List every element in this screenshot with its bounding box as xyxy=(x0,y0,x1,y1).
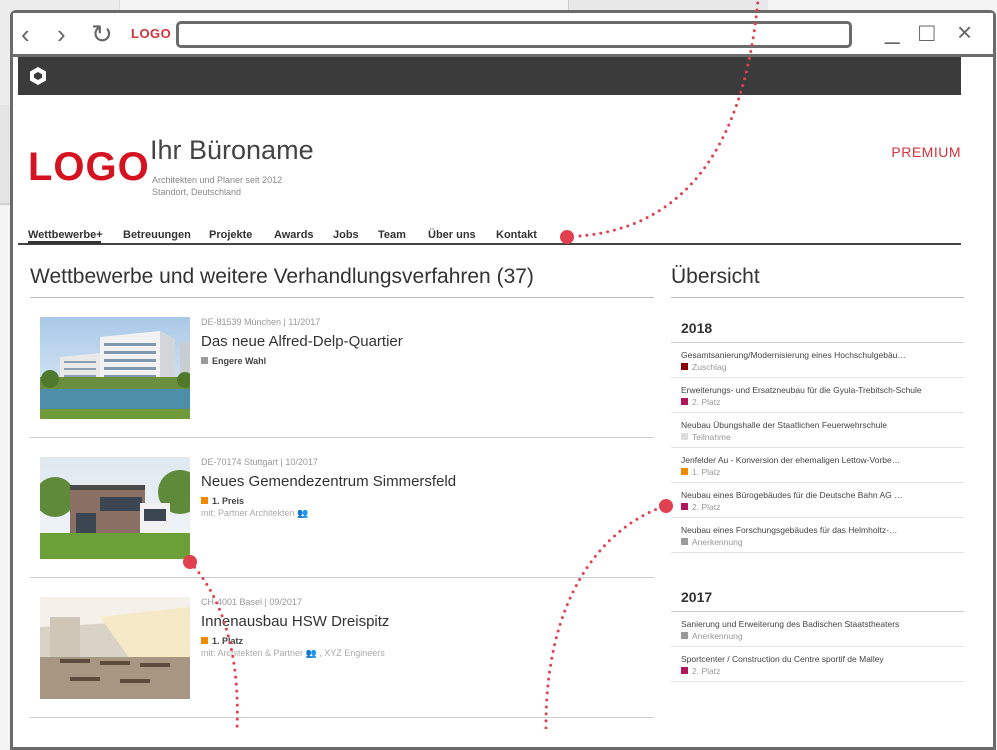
award-label: Engere Wahl xyxy=(212,356,267,366)
site-logo[interactable]: LOGO xyxy=(28,145,150,190)
result-label: 2. Platz xyxy=(692,502,721,512)
result-color-icon xyxy=(681,538,688,545)
result-color-icon xyxy=(681,433,688,440)
overview-item-title: Neubau Übungshalle der Staatlichen Feuer… xyxy=(681,420,888,430)
award-badge: Engere Wahl xyxy=(201,356,266,366)
competitions-list: Wettbewerbe und weitere Verhandlungsverf… xyxy=(30,265,654,718)
year-heading: 2018 xyxy=(671,298,964,343)
overview-item[interactable]: Neubau eines Forschungsgebäudes für das … xyxy=(671,518,964,553)
project-image[interactable] xyxy=(40,457,190,559)
list-item[interactable]: DE-81539 München | 11/2017 Das neue Alfr… xyxy=(30,298,654,438)
maximize-icon[interactable]: □ xyxy=(919,19,935,45)
award-color-icon xyxy=(201,357,208,364)
result-label: 2. Platz xyxy=(692,666,721,676)
overview-item-result: 2. Platz xyxy=(681,502,954,512)
premium-badge: PREMIUM xyxy=(891,144,961,160)
result-color-icon xyxy=(681,632,688,639)
overview-item[interactable]: Erweiterungs- und Ersatzneubau für die G… xyxy=(671,378,964,413)
overview-item[interactable]: Sportcenter / Construction du Centre spo… xyxy=(671,647,964,682)
result-label: 2. Platz xyxy=(692,397,721,407)
award-badge: 1. Preis xyxy=(201,496,244,506)
entry-location: DE-70174 Stuttgart | 10/2017 xyxy=(201,457,318,467)
website: LOGO Ihr Büroname Architekten und Planer… xyxy=(18,57,961,245)
list-item[interactable]: CH-4001 Basel | 09/2017 Innenausbau HSW … xyxy=(30,578,654,718)
overview-item-result: Teilnahme xyxy=(681,432,954,442)
award-badge: 1. Platz xyxy=(201,636,243,646)
overview-list: 2018 Gesamtsanierung/Modernisierung eines… xyxy=(671,298,964,682)
office-name: Ihr Büroname xyxy=(150,135,314,165)
overview-item[interactable]: Gesamtsanierung/Modernisierung eines Hoc… xyxy=(671,343,964,378)
overview-item-title: Sportcenter / Construction du Centre spo… xyxy=(681,654,884,664)
result-label: 1. Platz xyxy=(692,467,721,477)
brand-mark-icon[interactable] xyxy=(28,66,48,86)
entry-location: CH-4001 Basel | 09/2017 xyxy=(201,597,302,607)
address-bar[interactable] xyxy=(176,21,852,48)
year-heading: 2017 xyxy=(671,553,964,612)
result-color-icon xyxy=(681,363,688,370)
project-image[interactable] xyxy=(40,317,190,419)
overview-item-title: Gesamtsanierung/Modernisierung eines Hoc… xyxy=(681,350,906,360)
award-color-icon xyxy=(201,497,208,504)
nav-projekte[interactable]: Projekte xyxy=(209,229,252,241)
result-label: Teilnahme xyxy=(692,432,731,442)
project-image[interactable] xyxy=(40,597,190,699)
browser-logo: LOGO xyxy=(131,26,172,41)
active-tab-indicator xyxy=(28,241,101,244)
result-color-icon xyxy=(681,468,688,475)
nav-wettbewerbe[interactable]: Wettbewerbe+ xyxy=(28,229,103,241)
nav-betreuungen[interactable]: Betreuungen xyxy=(123,229,191,241)
list-item[interactable]: DE-70174 Stuttgart | 10/2017 Neues Gemen… xyxy=(30,438,654,578)
nav-team[interactable]: Team xyxy=(378,229,406,241)
result-label: Anerkennung xyxy=(692,537,743,547)
main-menu: Wettbewerbe+ Betreuungen Projekte Awards… xyxy=(18,215,961,245)
overview-item-title: Neubau eines Bürogebäudes für die Deutsc… xyxy=(681,490,903,500)
minimize-icon[interactable]: _ xyxy=(885,17,899,43)
partner-line[interactable]: mit: Architekten & Partner 👥 , XYZ Engin… xyxy=(201,648,385,659)
close-icon[interactable]: × xyxy=(957,19,972,45)
overview-item-result: 1. Platz xyxy=(681,467,954,477)
overview-item-title: Jenfelder Au - Konversion der ehemaligen… xyxy=(681,455,901,465)
result-label: Anerkennung xyxy=(692,631,743,641)
overview-item-title: Erweiterungs- und Ersatzneubau für die G… xyxy=(681,385,922,395)
entry-title[interactable]: Innenausbau HSW Dreispitz xyxy=(201,613,389,630)
result-label: Zuschlag xyxy=(692,362,727,372)
overview-item-result: 2. Platz xyxy=(681,666,954,676)
award-label: 1. Preis xyxy=(212,496,245,506)
browser-toolbar: ‹ › ↻ LOGO _ □ × xyxy=(13,13,993,57)
award-color-icon xyxy=(201,637,208,644)
overview-item[interactable]: Sanierung und Erweiterung des Badischen … xyxy=(671,612,964,647)
entry-location: DE-81539 München | 11/2017 xyxy=(201,317,321,327)
nav-ueber-uns[interactable]: Über uns xyxy=(428,229,476,241)
sidebar-title: Übersicht xyxy=(671,265,964,298)
entry-title[interactable]: Das neue Alfred-Delp-Quartier xyxy=(201,333,403,350)
nav-jobs[interactable]: Jobs xyxy=(333,229,359,241)
overview-sidebar: Übersicht 2018 Gesamtsanierung/Modernisie… xyxy=(671,265,964,682)
overview-item-title: Neubau eines Forschungsgebäudes für das … xyxy=(681,525,898,535)
award-label: 1. Platz xyxy=(212,636,244,646)
result-color-icon xyxy=(681,503,688,510)
overview-item-title: Sanierung und Erweiterung des Badischen … xyxy=(681,619,900,629)
header: LOGO Ihr Büroname Architekten und Planer… xyxy=(18,95,961,215)
overview-item-result: 2. Platz xyxy=(681,397,954,407)
result-color-icon xyxy=(681,667,688,674)
overview-item-result: Zuschlag xyxy=(681,362,954,372)
nav-kontakt[interactable]: Kontakt xyxy=(496,229,537,241)
overview-item-result: Anerkennung xyxy=(681,537,954,547)
result-color-icon xyxy=(681,398,688,405)
entry-title[interactable]: Neues Gemendezentrum Simmersfeld xyxy=(201,473,456,490)
tagline: Architekten und Planer seit 2012 xyxy=(152,175,283,185)
partner-line[interactable]: mit: Partner Architekten 👥 xyxy=(201,508,308,519)
back-icon[interactable]: ‹ xyxy=(21,21,30,47)
overview-item[interactable]: Jenfelder Au - Konversion der ehemaligen… xyxy=(671,448,964,483)
overview-item-result: Anerkennung xyxy=(681,631,954,641)
location: Standort, Deutschland xyxy=(152,187,242,197)
forward-icon[interactable]: › xyxy=(57,21,66,47)
section-title: Wettbewerbe und weitere Verhandlungsverf… xyxy=(30,265,654,298)
overview-item[interactable]: Neubau Übungshalle der Staatlichen Feuer… xyxy=(671,413,964,448)
top-bar xyxy=(18,57,961,95)
nav-awards[interactable]: Awards xyxy=(274,229,314,241)
overview-item[interactable]: Neubau eines Bürogebäudes für die Deutsc… xyxy=(671,483,964,518)
reload-icon[interactable]: ↻ xyxy=(91,21,113,47)
